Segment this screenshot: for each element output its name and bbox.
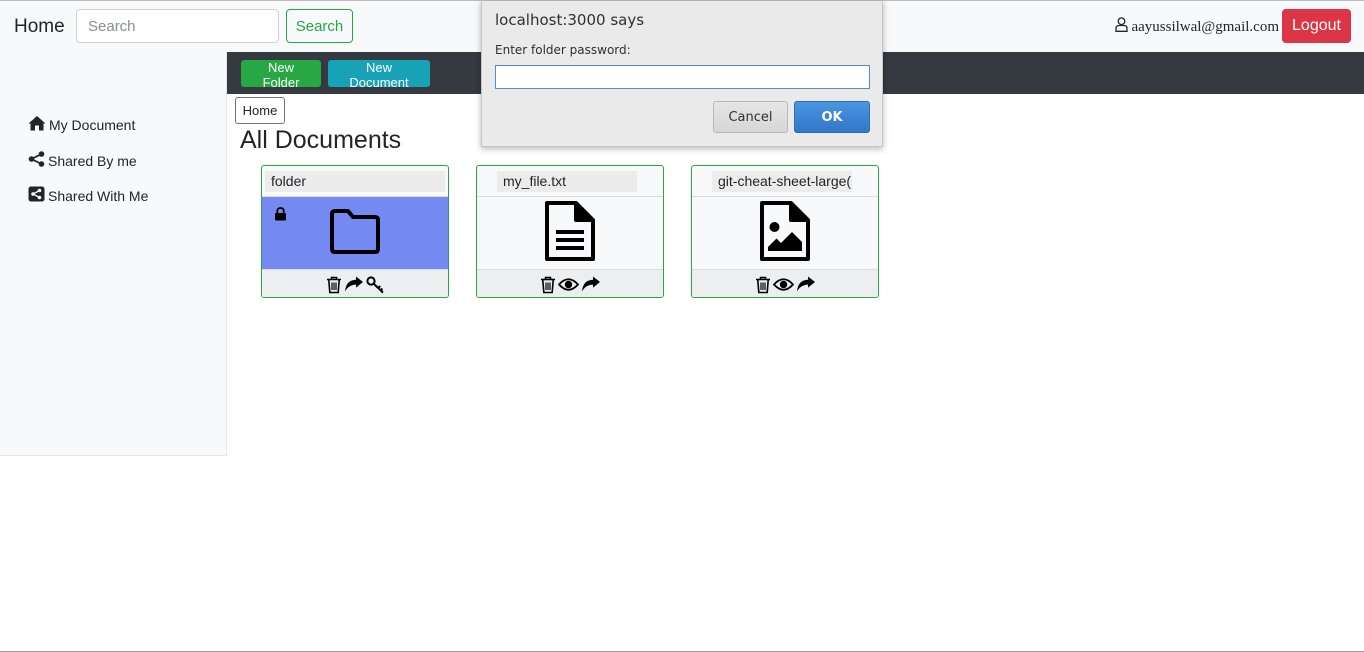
card-header: my_file.txt xyxy=(477,166,663,197)
file-card[interactable]: my_file.txt xyxy=(476,165,664,298)
logout-button[interactable]: Logout xyxy=(1282,9,1351,43)
share-square-icon xyxy=(28,186,45,205)
dialog-message: Enter folder password: xyxy=(495,43,631,57)
card-actions xyxy=(262,269,448,297)
eye-icon[interactable] xyxy=(772,277,794,292)
share-arrow-icon[interactable] xyxy=(796,276,816,293)
sidebar-item-label: Shared With Me xyxy=(48,187,149,204)
share-arrow-icon[interactable] xyxy=(581,276,601,293)
home-icon xyxy=(28,115,46,134)
file-image-icon xyxy=(759,200,811,266)
card-body[interactable] xyxy=(692,197,878,269)
trash-icon[interactable] xyxy=(326,276,342,294)
card-header: folder xyxy=(262,166,448,197)
page-title: All Documents xyxy=(240,126,402,154)
file-text-icon xyxy=(544,200,596,266)
share-icon xyxy=(28,151,45,170)
trash-icon[interactable] xyxy=(755,276,771,294)
password-prompt-dialog: localhost:3000 says Enter folder passwor… xyxy=(481,1,883,147)
search-input[interactable] xyxy=(76,9,279,43)
user-email: aayussilwal@gmail.com xyxy=(1131,18,1279,35)
card-body[interactable] xyxy=(477,197,663,269)
new-folder-button[interactable]: New Folder xyxy=(241,60,321,90)
share-arrow-icon[interactable] xyxy=(344,276,364,293)
card-name: folder xyxy=(265,171,445,192)
sidebar-item-shared-with-me[interactable]: Shared With Me xyxy=(28,186,148,205)
card-name: git-cheat-sheet-large( xyxy=(712,171,852,192)
ok-button[interactable]: OK xyxy=(794,101,870,133)
eye-icon[interactable] xyxy=(557,277,579,292)
card-name: my_file.txt xyxy=(497,171,637,192)
sidebar-item-shared-by-me[interactable]: Shared By me xyxy=(28,151,137,170)
image-file-card[interactable]: git-cheat-sheet-large( xyxy=(691,165,879,298)
folder-card[interactable]: folder xyxy=(261,165,449,298)
card-header: git-cheat-sheet-large( xyxy=(692,166,878,197)
new-document-button[interactable]: New Document xyxy=(328,60,430,90)
user-icon xyxy=(1115,17,1129,37)
dialog-title: localhost:3000 says xyxy=(495,11,645,29)
cancel-button[interactable]: Cancel xyxy=(713,101,788,133)
sidebar: My Document Shared By me Shared With Me xyxy=(0,52,227,456)
sidebar-item-my-document[interactable]: My Document xyxy=(28,115,135,134)
sidebar-item-label: Shared By me xyxy=(48,152,137,169)
folder-icon xyxy=(327,207,383,260)
card-actions xyxy=(692,269,878,297)
card-actions xyxy=(477,269,663,297)
search-button[interactable]: Search xyxy=(286,9,353,43)
trash-icon[interactable] xyxy=(540,276,556,294)
card-body[interactable] xyxy=(262,197,448,269)
lock-icon xyxy=(274,207,287,226)
folder-password-input[interactable] xyxy=(495,65,870,89)
key-icon[interactable] xyxy=(365,275,385,294)
breadcrumb-home[interactable]: Home xyxy=(235,97,285,124)
sidebar-item-label: My Document xyxy=(49,116,136,133)
brand-home-link[interactable]: Home xyxy=(14,16,65,38)
user-info: aayussilwal@gmail.com xyxy=(1115,17,1279,37)
